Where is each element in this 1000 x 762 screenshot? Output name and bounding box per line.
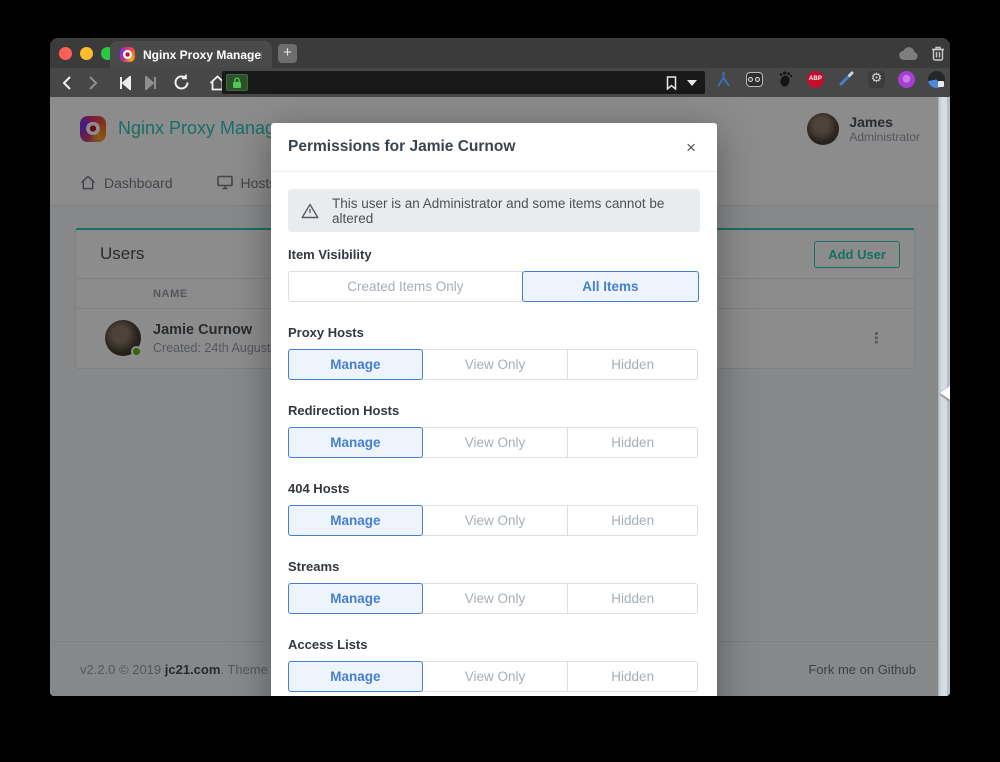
access-lists-group: Manage View Only Hidden xyxy=(288,661,700,692)
option-created-items-only[interactable]: Created Items Only xyxy=(288,271,523,302)
field-item-visibility: Item Visibility Created Items Only All I… xyxy=(288,247,700,302)
back-button[interactable] xyxy=(54,71,80,95)
option-view-only[interactable]: View Only xyxy=(422,349,569,380)
option-manage[interactable]: Manage xyxy=(288,583,423,614)
proxy-hosts-group: Manage View Only Hidden xyxy=(288,349,700,380)
field-label: Proxy Hosts xyxy=(288,325,700,340)
new-tab-button[interactable]: + xyxy=(278,44,297,63)
browser-tab[interactable]: Nginx Proxy Manager xyxy=(110,41,272,68)
close-window-button[interactable] xyxy=(59,47,72,60)
sync-cloud-icon[interactable] xyxy=(898,46,919,61)
privacy-globe-extension-icon[interactable] xyxy=(928,71,945,88)
item-visibility-group: Created Items Only All Items xyxy=(288,271,700,302)
skip-back-button[interactable] xyxy=(112,71,138,95)
field-redirection-hosts: Redirection Hosts Manage View Only Hidde… xyxy=(288,403,700,458)
mouse-cursor xyxy=(940,386,950,400)
option-view-only[interactable]: View Only xyxy=(422,505,569,536)
extension-icons-row: ABP ⚙ xyxy=(714,70,945,88)
stylus-pen-extension-icon[interactable] xyxy=(837,70,855,88)
browser-window: Nginx Proxy Manager + xyxy=(50,38,950,696)
field-label: 404 Hosts xyxy=(288,481,700,496)
option-hidden[interactable]: Hidden xyxy=(567,505,698,536)
forward-button[interactable] xyxy=(80,71,106,95)
browser-tab-bar: Nginx Proxy Manager + xyxy=(50,38,950,68)
address-bar[interactable] xyxy=(222,71,705,94)
field-label: Redirection Hosts xyxy=(288,403,700,418)
option-manage[interactable]: Manage xyxy=(288,427,423,458)
skip-forward-button[interactable] xyxy=(138,71,164,95)
option-hidden[interactable]: Hidden xyxy=(567,583,698,614)
browser-toolbar: ABP ⚙ xyxy=(50,68,950,97)
close-icon[interactable]: × xyxy=(682,137,700,158)
goggles-extension-icon[interactable] xyxy=(745,70,763,88)
field-access-lists: Access Lists Manage View Only Hidden xyxy=(288,637,700,692)
warning-triangle-icon xyxy=(301,203,319,219)
option-view-only[interactable]: View Only xyxy=(422,427,569,458)
https-lock-icon[interactable] xyxy=(226,74,248,91)
purple-mask-extension-icon[interactable] xyxy=(898,71,915,88)
gear-extension-icon[interactable]: ⚙ xyxy=(868,71,885,88)
field-label: Streams xyxy=(288,559,700,574)
field-404-hosts: 404 Hosts Manage View Only Hidden xyxy=(288,481,700,536)
option-hidden[interactable]: Hidden xyxy=(567,661,698,692)
adblock-plus-extension-icon[interactable]: ABP xyxy=(807,71,824,88)
admin-alert: This user is an Administrator and some i… xyxy=(288,189,700,232)
option-manage[interactable]: Manage xyxy=(288,349,423,380)
field-label: Item Visibility xyxy=(288,247,700,262)
option-manage[interactable]: Manage xyxy=(288,505,423,536)
trash-icon[interactable] xyxy=(931,45,945,61)
npm-favicon-icon xyxy=(120,47,135,62)
field-proxy-hosts: Proxy Hosts Manage View Only Hidden xyxy=(288,325,700,380)
screenshot-stage: Nginx Proxy Manager + xyxy=(0,0,1000,762)
minimize-window-button[interactable] xyxy=(80,47,93,60)
option-manage[interactable]: Manage xyxy=(288,661,423,692)
reload-button[interactable] xyxy=(168,71,194,95)
field-streams: Streams Manage View Only Hidden xyxy=(288,559,700,614)
option-hidden[interactable]: Hidden xyxy=(567,427,698,458)
redirection-hosts-group: Manage View Only Hidden xyxy=(288,427,700,458)
modal-header: Permissions for Jamie Curnow × xyxy=(271,123,717,172)
gnome-foot-extension-icon[interactable] xyxy=(776,70,794,88)
field-label: Access Lists xyxy=(288,637,700,652)
bookmark-icon[interactable] xyxy=(666,76,677,90)
window-controls xyxy=(59,47,114,60)
option-view-only[interactable]: View Only xyxy=(422,661,569,692)
tab-title: Nginx Proxy Manager xyxy=(143,48,262,62)
modal-title: Permissions for Jamie Curnow xyxy=(288,138,515,156)
bookmarks-dropdown-icon[interactable] xyxy=(687,80,697,86)
streams-group: Manage View Only Hidden xyxy=(288,583,700,614)
permissions-modal: Permissions for Jamie Curnow × This user… xyxy=(271,123,717,696)
option-hidden[interactable]: Hidden xyxy=(567,349,698,380)
option-all-items[interactable]: All Items xyxy=(522,271,699,302)
admin-alert-text: This user is an Administrator and some i… xyxy=(332,196,687,226)
proxy-extension-icon[interactable] xyxy=(714,70,732,88)
option-view-only[interactable]: View Only xyxy=(422,583,569,614)
404-hosts-group: Manage View Only Hidden xyxy=(288,505,700,536)
